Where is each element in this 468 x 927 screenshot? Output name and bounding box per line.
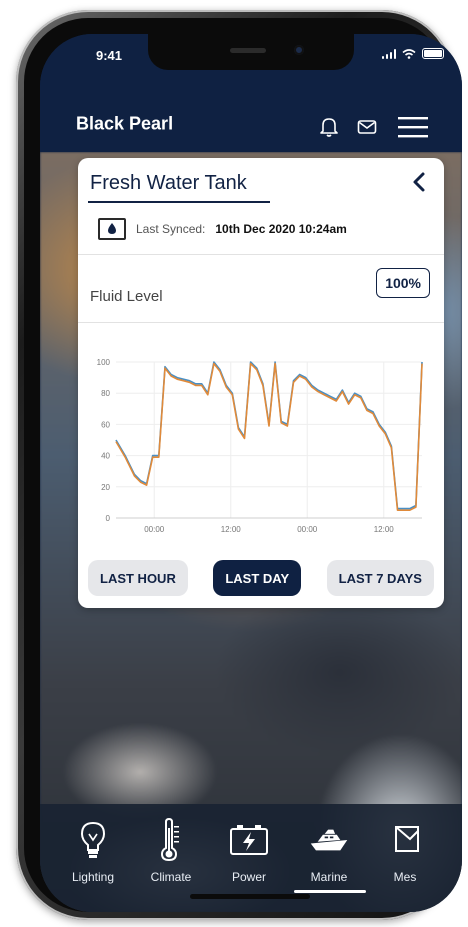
nav-item-power[interactable]: Power	[214, 820, 284, 884]
y-tick-label: 40	[101, 452, 110, 461]
x-tick-label: 12:00	[374, 525, 395, 534]
divider	[78, 322, 444, 323]
card-title: Fresh Water Tank	[90, 172, 247, 194]
mail-icon[interactable]	[354, 114, 380, 140]
battery-bolt-icon	[229, 820, 269, 860]
x-tick-label: 12:00	[221, 525, 242, 534]
fresh-water-tank-card: Fresh Water Tank Last Synced: 10th Dec 2…	[78, 158, 444, 608]
signal-icon	[382, 48, 396, 59]
nav-label: Mes	[393, 870, 417, 884]
sync-value: 10th Dec 2020 10:24am	[215, 222, 347, 236]
active-tab-indicator	[294, 890, 366, 893]
y-tick-label: 0	[106, 514, 111, 523]
chevron-left-icon[interactable]	[408, 170, 432, 194]
nav-item-climate[interactable]: Climate	[136, 818, 206, 884]
lightbulb-icon	[73, 820, 113, 860]
x-tick-label: 00:00	[297, 525, 318, 534]
notch	[148, 34, 354, 70]
sync-label: Last Synced:	[136, 222, 206, 236]
phone-frame: 9:41 Black Pearl Fresh Water Tank Last S…	[16, 10, 462, 920]
fluid-level-value: 100%	[376, 268, 430, 298]
status-icons	[382, 48, 444, 59]
divider	[78, 254, 444, 255]
range-last-7-days-button[interactable]: LAST 7 DAYS	[326, 560, 434, 596]
home-indicator	[190, 894, 310, 899]
nav-item-marine[interactable]: Marine	[294, 820, 364, 884]
battery-icon	[422, 48, 444, 59]
speaker	[230, 48, 266, 53]
yacht-icon	[309, 820, 349, 860]
app-title: Black Pearl	[76, 113, 174, 134]
nav-label: Marine	[310, 870, 348, 884]
nav-item-lighting[interactable]: Lighting	[58, 820, 128, 884]
bell-icon[interactable]	[316, 114, 342, 140]
fluid-level-chart: 0 20 40 60 80 100 00:00 12:00 00:00 12:00	[97, 358, 423, 534]
nav-item-messages[interactable]: Mes	[370, 820, 440, 884]
range-last-day-button[interactable]: LAST DAY	[213, 560, 302, 596]
nav-label: Lighting	[71, 870, 115, 884]
range-selector: LAST HOUR LAST DAY LAST 7 DAYS	[88, 560, 434, 596]
thermometer-icon	[151, 818, 191, 862]
wifi-icon	[402, 48, 416, 59]
series-line-1	[115, 362, 423, 511]
title-underline	[88, 201, 270, 203]
fluid-level-label: Fluid Level	[90, 288, 163, 305]
front-camera	[294, 45, 304, 55]
y-tick-label: 80	[101, 389, 110, 398]
message-icon	[385, 820, 425, 860]
nav-label: Climate	[150, 870, 192, 884]
range-last-hour-button[interactable]: LAST HOUR	[88, 560, 188, 596]
app-header: Black Pearl	[40, 78, 462, 152]
y-tick-label: 100	[97, 358, 111, 367]
y-tick-label: 60	[101, 420, 110, 429]
sync-row: Last Synced: 10th Dec 2020 10:24am	[98, 216, 347, 242]
menu-icon[interactable]	[396, 114, 430, 140]
status-time: 9:41	[96, 48, 123, 63]
nav-label: Power	[231, 870, 266, 884]
y-tick-label: 20	[101, 483, 110, 492]
status-bar: 9:41	[40, 34, 462, 78]
screen: 9:41 Black Pearl Fresh Water Tank Last S…	[40, 34, 462, 912]
x-tick-label: 00:00	[144, 525, 165, 534]
water-drop-icon	[98, 218, 126, 240]
